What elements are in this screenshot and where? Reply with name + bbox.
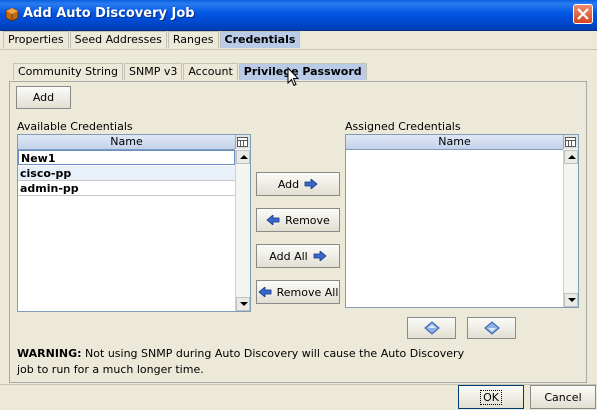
move-up-button[interactable] (407, 317, 456, 339)
tab-snmp-v3[interactable]: SNMP v3 (124, 63, 183, 80)
tab-ranges[interactable]: Ranges (167, 31, 219, 48)
cancel-button[interactable]: Cancel (530, 385, 596, 409)
warning-prefix: WARNING: (17, 347, 82, 360)
list-item[interactable]: New1 (18, 150, 235, 165)
tab-community-string[interactable]: Community String (13, 63, 123, 80)
move-down-button[interactable] (467, 317, 516, 339)
list-item[interactable]: admin-pp (18, 181, 235, 196)
add-credential-label: Add (32, 91, 55, 104)
available-credentials-list[interactable]: Name New1 cisco-pp admin-pp (17, 134, 251, 312)
ok-button[interactable]: OK (458, 385, 524, 409)
sub-tab-strip: Community String SNMP v3 Account Privile… (13, 63, 368, 81)
available-scrollbar[interactable] (235, 150, 250, 311)
close-icon (577, 8, 589, 20)
remove-all-button[interactable]: Remove All (256, 280, 340, 304)
assigned-name-column-header[interactable]: Name (346, 135, 563, 150)
tab-properties[interactable]: Properties (3, 31, 69, 48)
scroll-up-icon[interactable] (564, 150, 578, 164)
tab-seed-addresses[interactable]: Seed Addresses (69, 31, 167, 48)
window-title: Add Auto Discovery Job (23, 6, 195, 21)
add-to-assigned-button[interactable]: Add (256, 172, 340, 196)
tab-account[interactable]: Account (183, 63, 238, 80)
move-down-icon (483, 321, 500, 335)
tab-privilege-password[interactable]: Privilege Password (238, 63, 367, 80)
top-tab-strip: Properties Seed Addresses Ranges Credent… (3, 31, 301, 49)
ok-label: OK (480, 389, 502, 405)
cancel-label: Cancel (544, 390, 582, 404)
column-chooser-icon[interactable] (235, 135, 250, 149)
available-credentials-label: Available Credentials (17, 120, 133, 133)
app-icon (5, 7, 19, 21)
arrow-right-icon (313, 251, 327, 261)
tab-divider (0, 49, 597, 50)
close-button[interactable] (573, 4, 593, 24)
arrow-right-icon (304, 179, 318, 189)
add-all-label: Add All (269, 249, 308, 263)
arrow-left-icon (266, 215, 280, 225)
scroll-down-icon[interactable] (564, 293, 578, 307)
available-name-column-header[interactable]: Name (18, 135, 235, 150)
list-item[interactable]: cisco-pp (18, 166, 235, 181)
assigned-scrollbar[interactable] (563, 150, 578, 307)
remove-button[interactable]: Remove (256, 208, 340, 232)
assigned-credentials-label: Assigned Credentials (345, 120, 461, 133)
mouse-cursor-icon (287, 67, 299, 87)
scroll-down-icon[interactable] (236, 297, 250, 311)
assigned-credentials-list[interactable]: Name (345, 134, 579, 308)
scroll-up-icon[interactable] (236, 150, 250, 164)
remove-all-label: Remove All (276, 285, 339, 299)
add-all-button[interactable]: Add All (256, 244, 340, 268)
add-credential-button[interactable]: Add (16, 86, 71, 109)
title-bar: Add Auto Discovery Job (0, 0, 597, 31)
arrow-left-icon (257, 287, 272, 297)
add-to-assigned-label: Add (277, 177, 300, 191)
warning-message: WARNING: Not using SNMP during Auto Disc… (17, 346, 477, 378)
move-up-icon (423, 321, 440, 335)
column-chooser-icon[interactable] (563, 135, 578, 149)
remove-label: Remove (285, 213, 330, 227)
warning-text: Not using SNMP during Auto Discovery wil… (17, 347, 465, 376)
tab-credentials[interactable]: Credentials (219, 31, 301, 48)
